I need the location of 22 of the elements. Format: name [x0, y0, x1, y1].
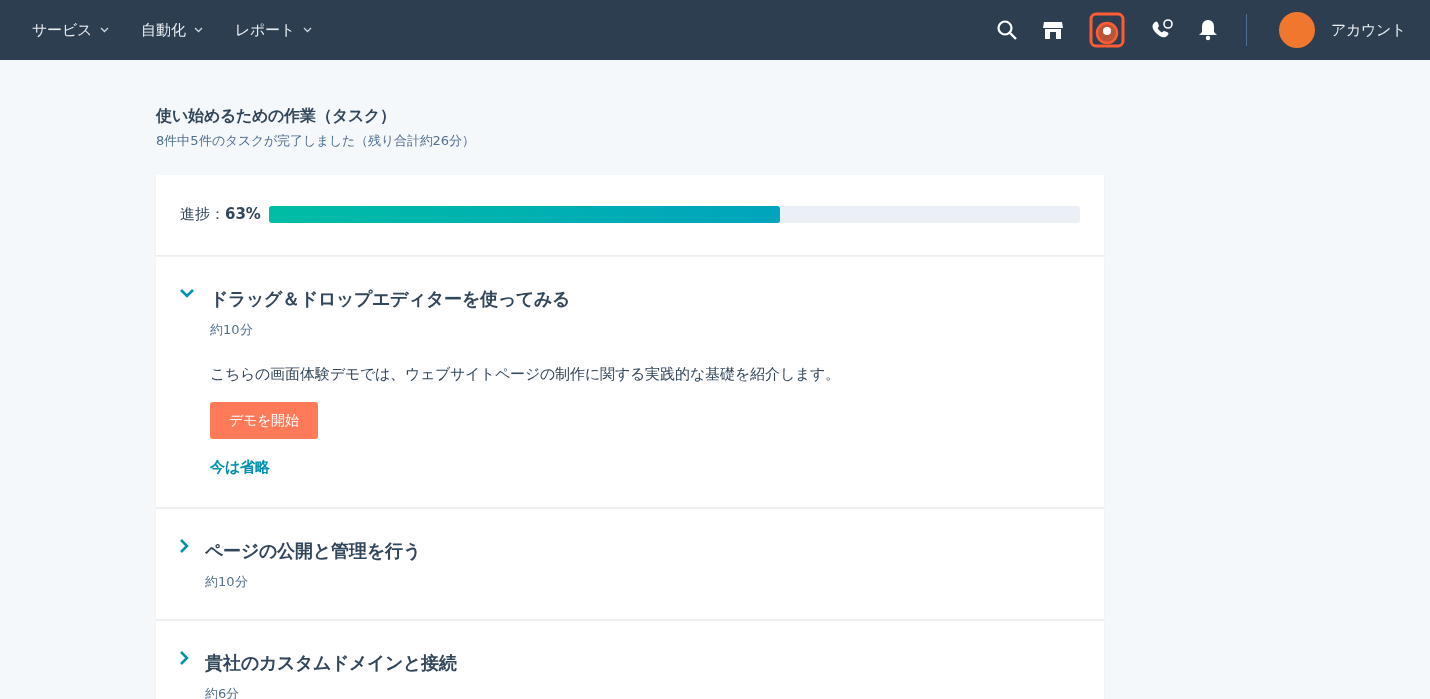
task-duration: 約10分 — [205, 572, 249, 591]
account-menu[interactable]: アカウント — [1331, 18, 1406, 42]
avatar[interactable] — [1279, 12, 1315, 48]
nav-menu[interactable]: レポート — [227, 18, 320, 42]
nav-menu[interactable]: サービス — [24, 18, 117, 42]
nav-menu[interactable]: 自動化 — [133, 18, 211, 42]
task-duration: 約10分 — [210, 320, 254, 339]
task-title: 貴社のカスタムドメインと接続 — [205, 651, 457, 676]
chevron-icon[interactable] — [180, 538, 189, 553]
caret-icon — [100, 27, 109, 33]
task-description: こちらの画面体験デモでは、ウェブサイトページの制作に関する実践的な基礎を紹介します。 — [210, 364, 840, 386]
skip-link[interactable]: 今は省略 — [210, 457, 270, 476]
chevron-icon[interactable] — [180, 288, 194, 298]
caret-icon — [303, 27, 312, 33]
caret-icon — [194, 27, 203, 33]
progress-summary: 8件中5件のタスクが完了しました（残り合計約26分） — [156, 132, 477, 151]
task-duration: 約6分 — [205, 685, 241, 699]
chevron-icon[interactable] — [180, 651, 189, 666]
progress-label: 進捗：63% — [180, 204, 261, 226]
task-title: ドラッグ＆ドロップエディターを使ってみる — [210, 286, 571, 311]
task-title: ページの公開と管理を行う — [205, 538, 421, 563]
page-title: 使い始めるための作業（タスク） — [156, 106, 397, 126]
